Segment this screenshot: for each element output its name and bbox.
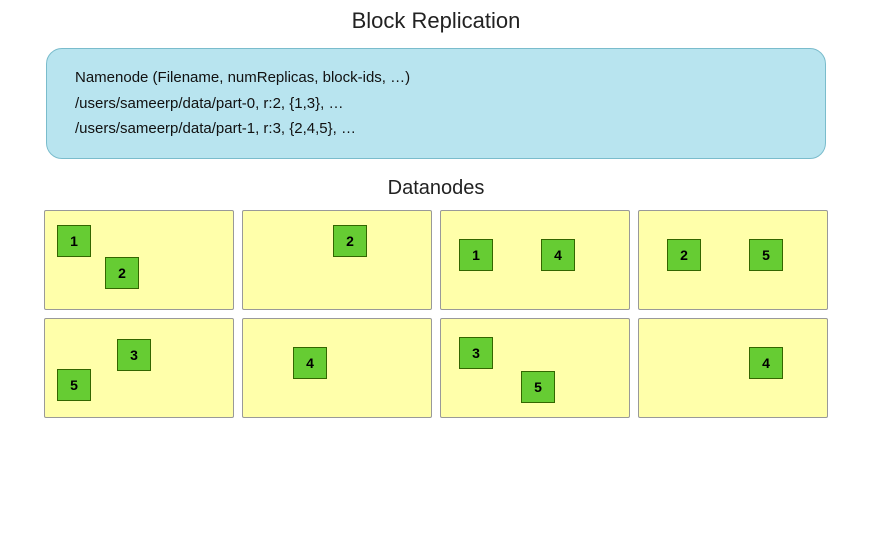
data-block: 3 [459,337,493,369]
data-block: 2 [105,257,139,289]
datanode-grid: 1221425534354 [44,210,828,418]
page: Block Replication Namenode (Filename, nu… [0,0,872,536]
namenode-line-1: Namenode (Filename, numReplicas, block-i… [75,65,797,91]
datanode-cell: 2 [242,210,432,310]
data-block: 5 [749,239,783,271]
data-block: 2 [333,225,367,257]
namenode-box: Namenode (Filename, numReplicas, block-i… [46,48,826,159]
datanode-cell: 12 [44,210,234,310]
datanode-cell: 4 [242,318,432,418]
datanode-cell: 35 [440,318,630,418]
data-block: 4 [293,347,327,379]
namenode-line-2: /users/sameerp/data/part-0, r:2, {1,3}, … [75,91,797,117]
data-block: 2 [667,239,701,271]
data-block: 4 [749,347,783,379]
data-block: 5 [57,369,91,401]
datanode-cell: 53 [44,318,234,418]
datanodes-label: Datanodes [388,177,485,200]
namenode-line-3: /users/sameerp/data/part-1, r:3, {2,4,5}… [75,116,797,142]
data-block: 4 [541,239,575,271]
data-block: 3 [117,339,151,371]
data-block: 1 [459,239,493,271]
datanode-cell: 25 [638,210,828,310]
datanode-cell: 4 [638,318,828,418]
page-title: Block Replication [352,8,521,34]
data-block: 1 [57,225,91,257]
datanode-cell: 14 [440,210,630,310]
data-block: 5 [521,371,555,403]
